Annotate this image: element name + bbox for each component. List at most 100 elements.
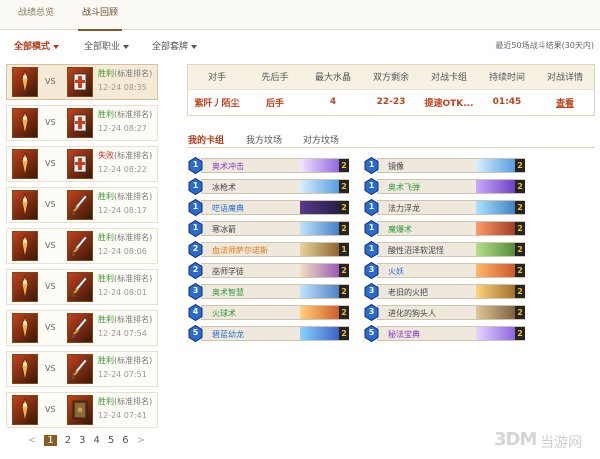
- card-bar: 奥术冲击 2: [201, 158, 349, 173]
- mode-filter-dropdown[interactable]: 全部模式: [14, 39, 60, 52]
- page-4-button[interactable]: 4: [94, 435, 100, 446]
- card-bar: 寒冰箭 2: [201, 221, 349, 236]
- tab-my-deck[interactable]: 我的卡组: [188, 133, 224, 146]
- match-time: 12-24 08:06: [98, 247, 147, 256]
- card-row[interactable]: 奥术冲击 2 1: [188, 155, 353, 175]
- page-3-button[interactable]: 3: [79, 435, 85, 446]
- next-page-button[interactable]: >: [137, 435, 145, 446]
- card-bar: 奥术智慧 2: [201, 284, 349, 299]
- match-item[interactable]: VS 胜利(标准排名) 12-24 07:41: [6, 392, 158, 428]
- match-item[interactable]: VS 胜利(标准排名) 12-24 08:06: [6, 228, 158, 264]
- card-row[interactable]: 血法师萨尔诺斯 1 2: [188, 239, 353, 259]
- tab-battle-review[interactable]: 战斗回顾: [72, 0, 128, 31]
- card-row[interactable]: 奥术智慧 2 3: [188, 281, 353, 301]
- page-2-button[interactable]: 2: [65, 435, 71, 446]
- mana-crystal-icon: 4: [188, 304, 203, 321]
- card-row[interactable]: 法力浮龙 2 1: [364, 197, 529, 217]
- card-name: 呓语魔典: [212, 204, 244, 213]
- card-row[interactable]: 老旧的火把 2 3: [364, 281, 529, 301]
- card-name: 火妖: [388, 267, 404, 276]
- page-6-button[interactable]: 6: [122, 435, 128, 446]
- match-result: 胜利(标准排名): [98, 356, 153, 365]
- card-row[interactable]: 秘法宝典 2 5: [364, 323, 529, 343]
- detail-header-cell: 对战卡组: [420, 65, 478, 89]
- card-row[interactable]: 碧蓝幼龙 2 5: [188, 323, 353, 343]
- card-name: 奥术智慧: [212, 288, 244, 297]
- match-time: 12-24 08:22: [98, 165, 147, 174]
- pagination: <1 2 3 4 5 6 >: [28, 433, 153, 447]
- card-row[interactable]: 巫师学徒 2 2: [188, 260, 353, 280]
- mana-crystal-icon: 3: [364, 262, 379, 279]
- card-row[interactable]: 镜像 2 1: [364, 155, 529, 175]
- page-1-button[interactable]: 1: [44, 434, 57, 446]
- card-bar: 血法师萨尔诺斯 1: [201, 242, 349, 257]
- card-row[interactable]: 魔爆术 2 1: [364, 218, 529, 238]
- deck-filter-dropdown[interactable]: 全部套牌: [152, 39, 198, 52]
- vs-label: VS: [45, 159, 56, 168]
- detail-cell: 后手: [246, 88, 304, 115]
- match-item[interactable]: VS 胜利(标准排名) 12-24 08:17: [6, 187, 158, 223]
- card-name: 血法师萨尔诺斯: [212, 246, 268, 255]
- sword-hero-icon: [67, 272, 93, 302]
- match-item[interactable]: VS 胜利(标准排名) 12-24 08:27: [6, 105, 158, 141]
- card-bar: 酸性沼泽软泥怪 2: [377, 242, 525, 257]
- card-row[interactable]: 呓语魔典 2 1: [188, 197, 353, 217]
- mage-hero-icon: [12, 231, 38, 261]
- card-cost: 2: [192, 244, 199, 253]
- mage-hero-icon: [12, 354, 38, 384]
- mana-crystal-icon: 3: [188, 283, 203, 300]
- mana-crystal-icon: 1: [188, 178, 203, 195]
- card-row[interactable]: 寒冰箭 2 1: [188, 218, 353, 238]
- vs-label: VS: [45, 323, 56, 332]
- priest-hero-icon: [67, 108, 93, 138]
- card-row[interactable]: 冰枪术 2 1: [188, 176, 353, 196]
- match-item[interactable]: VS 胜利(标准排名) 12-24 08:35: [6, 64, 158, 100]
- card-bar: 冰枪术 2: [201, 179, 349, 194]
- card-cost: 4: [192, 307, 199, 316]
- card-count: 2: [515, 306, 525, 319]
- card-row[interactable]: 奥术飞弹 2 1: [364, 176, 529, 196]
- match-item[interactable]: VS 胜利(标准排名) 12-24 07:51: [6, 351, 158, 387]
- card-count: 2: [515, 264, 525, 277]
- card-bar: 奥术飞弹 2: [377, 179, 525, 194]
- match-item[interactable]: VS 胜利(标准排名) 12-24 07:54: [6, 310, 158, 346]
- card-bar: 火妖 2: [377, 263, 525, 278]
- match-result: 胜利(标准排名): [98, 397, 153, 406]
- priest-hero-icon: [67, 149, 93, 179]
- mana-crystal-icon: 1: [364, 199, 379, 216]
- card-count: 2: [339, 327, 349, 340]
- mage-hero-icon: [12, 108, 38, 138]
- card-bar: 秘法宝典 2: [377, 326, 525, 341]
- mana-crystal-icon: 3: [364, 283, 379, 300]
- card-count: 2: [515, 327, 525, 340]
- tab-record-overview[interactable]: 战绩总览: [6, 0, 66, 30]
- mage-hero-icon: [12, 149, 38, 179]
- card-name: 秘法宝典: [388, 330, 420, 339]
- match-result: 失败(标准排名): [98, 151, 153, 160]
- card-cost: 1: [192, 202, 199, 211]
- match-item[interactable]: VS 失败(标准排名) 12-24 08:22: [6, 146, 158, 182]
- card-row[interactable]: 进化的狗头人 2 3: [364, 302, 529, 322]
- match-item[interactable]: VS 胜利(标准排名) 12-24 08:01: [6, 269, 158, 305]
- card-name: 老旧的火把: [388, 288, 428, 297]
- card-count: 2: [339, 264, 349, 277]
- prev-page-button[interactable]: <: [28, 435, 36, 446]
- card-row[interactable]: 火妖 2 3: [364, 260, 529, 280]
- page-5-button[interactable]: 5: [108, 435, 114, 446]
- class-filter-dropdown[interactable]: 全部职业: [84, 39, 130, 52]
- card-cost: 1: [192, 160, 199, 169]
- tab-opponent-graveyard[interactable]: 对方坟场: [303, 133, 339, 146]
- card-cost: 1: [368, 181, 375, 190]
- card-count: 2: [515, 201, 525, 214]
- tab-my-graveyard[interactable]: 我方坟场: [246, 133, 282, 146]
- vs-label: VS: [45, 118, 56, 127]
- view-detail-link[interactable]: 查看: [536, 88, 594, 115]
- book-hero-icon: [67, 395, 93, 425]
- mana-crystal-icon: 1: [188, 199, 203, 216]
- card-bar: 魔爆术 2: [377, 221, 525, 236]
- deck-column-left: 奥术冲击 2 1 冰枪术 2 1 呓语魔典 2 1 寒冰箭 2 1 血法师萨尔诺斯 1 2 巫师学徒 2 2 奥术智…: [188, 155, 353, 344]
- card-row[interactable]: 火球术 2 4: [188, 302, 353, 322]
- card-row[interactable]: 酸性沼泽软泥怪 2 1: [364, 239, 529, 259]
- mana-crystal-icon: 2: [188, 262, 203, 279]
- vs-label: VS: [45, 282, 56, 291]
